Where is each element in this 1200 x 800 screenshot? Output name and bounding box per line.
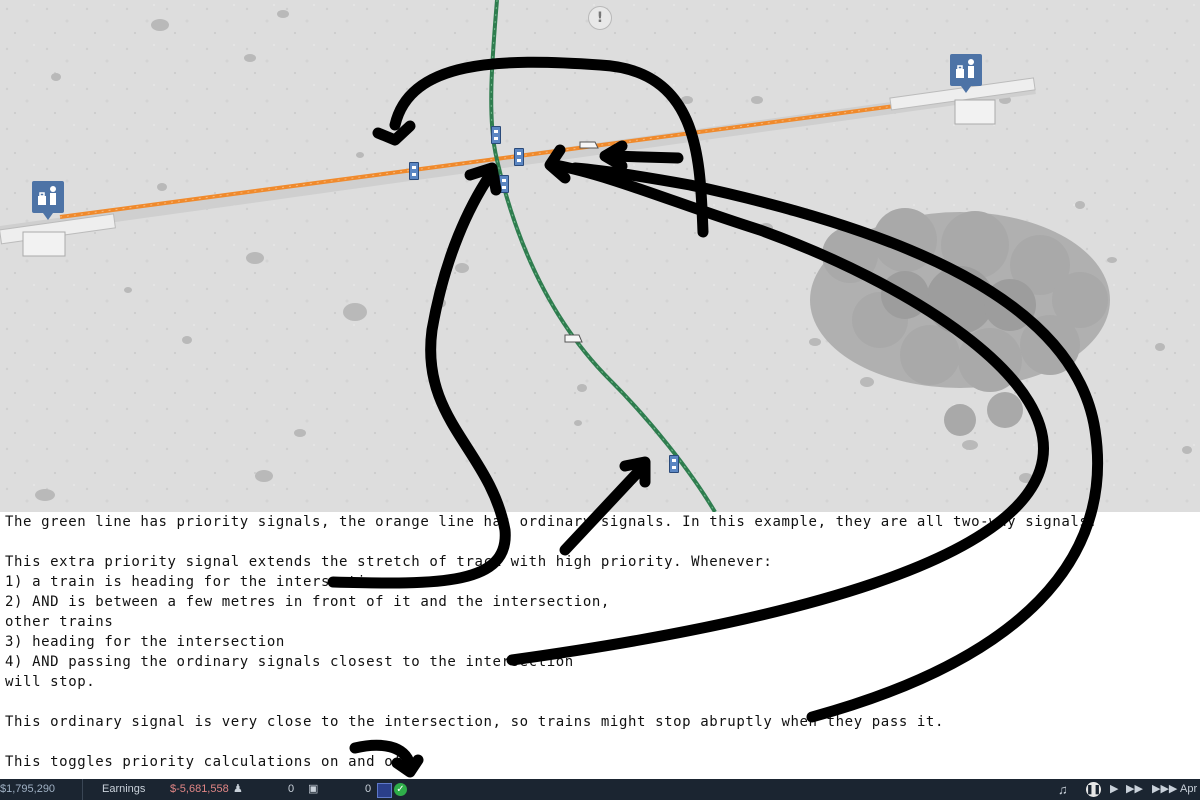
annotation-notes: The green line has priority signals, the…	[5, 512, 1195, 778]
speed-sign-orange	[579, 141, 599, 149]
ordinary-signal[interactable]	[514, 148, 524, 166]
passenger-cargo-icon	[38, 186, 56, 205]
game-map[interactable]: !	[0, 0, 1200, 512]
ordinary-signal[interactable]	[409, 162, 419, 180]
note-line: other trains	[5, 614, 114, 630]
priority-toggle-icon[interactable]	[377, 783, 392, 798]
pause-button[interactable]: ❚❚	[1086, 782, 1101, 797]
note-line: will stop.	[5, 674, 96, 690]
note-line: The green line has priority signals, the…	[5, 514, 1098, 530]
cargo-count: 0	[365, 783, 372, 795]
note-line: This extra priority signal extends the s…	[5, 554, 773, 570]
music-icon[interactable]: ♫	[1058, 779, 1068, 800]
date-display: Apr	[1180, 783, 1198, 795]
speed-sign-green	[564, 334, 583, 343]
note-line: This ordinary signal is very close to th…	[5, 714, 944, 730]
checkmark-icon[interactable]: ✓	[394, 783, 407, 796]
fastest-forward-button[interactable]: ▶▶▶	[1152, 779, 1177, 800]
earnings-value: $-5,681,558	[170, 783, 229, 795]
note-line: 4) AND passing the ordinary signals clos…	[5, 654, 574, 670]
passenger-cargo-icon	[956, 59, 974, 78]
person-icon[interactable]: ♟	[233, 779, 243, 800]
map-terrain	[0, 0, 1200, 512]
play-button[interactable]: ▶	[1110, 779, 1118, 800]
priority-signal[interactable]	[499, 175, 509, 193]
priority-signal[interactable]	[491, 126, 501, 144]
status-bar: $1,795,290 Earnings $-5,681,558 ♟ 0 ▣ 0 …	[0, 779, 1200, 800]
money-display: $1,795,290	[0, 783, 56, 795]
earnings-label: Earnings	[102, 783, 146, 795]
warning-icon[interactable]: !	[588, 6, 612, 30]
note-line: 2) AND is between a few metres in front …	[5, 594, 610, 610]
note-line: 3) heading for the intersection	[5, 634, 285, 650]
station-passenger-cargo-icon[interactable]	[950, 54, 982, 93]
note-line: This toggles priority calculations on an…	[5, 754, 412, 770]
extra-priority-signal[interactable]	[669, 455, 679, 473]
person-count: 0	[288, 783, 295, 795]
note-line: 1) a train is heading for the intersecti…	[5, 574, 385, 590]
station-passenger-cargo-icon[interactable]	[32, 181, 64, 220]
cargo-icon[interactable]: ▣	[308, 779, 318, 800]
fast-forward-button[interactable]: ▶▶	[1126, 779, 1143, 800]
